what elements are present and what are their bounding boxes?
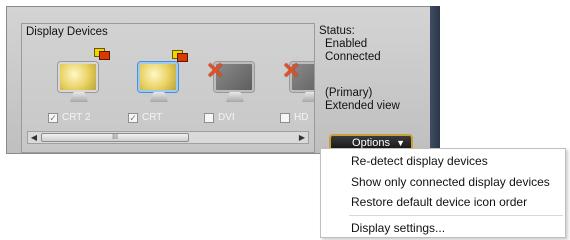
device-checkbox[interactable]: ✓ (48, 112, 58, 123)
device-dvi[interactable]: ✕ DVI (202, 54, 268, 124)
device-label: CRT (142, 112, 163, 123)
scroll-left-icon[interactable]: ◀ (28, 132, 40, 143)
device-checkbox[interactable] (280, 112, 290, 123)
device-label: CRT 2 (62, 112, 91, 123)
status-connected: Connected (325, 51, 381, 63)
menu-item-restore-order[interactable]: Restore default device icon order (351, 195, 527, 209)
disconnected-x-icon: ✕ (206, 58, 225, 83)
menu-item-display-settings[interactable]: Display settings... (351, 221, 445, 235)
scroll-right-icon[interactable]: ▶ (296, 132, 308, 143)
horizontal-scrollbar[interactable]: ◀ III ▶ (27, 131, 309, 144)
monitor-icon (54, 60, 104, 104)
disconnected-x-icon: ✕ (282, 58, 301, 83)
menu-separator (349, 215, 563, 216)
status-heading: Status: (319, 25, 355, 37)
device-hd[interactable]: ✕ HD (278, 54, 314, 124)
status-info: Status: Enabled Connected (319, 25, 381, 64)
mode-info: (Primary) Extended view (325, 87, 400, 113)
device-checkbox[interactable] (204, 112, 214, 123)
device-label: HD (294, 112, 309, 123)
group-title: Display Devices (26, 26, 108, 38)
device-crt[interactable]: ✓ CRT (126, 50, 192, 124)
window-edge (430, 6, 440, 154)
device-checkbox[interactable]: ✓ (128, 112, 138, 123)
device-label: DVI (218, 112, 235, 123)
menu-item-show-connected[interactable]: Show only connected display devices (351, 175, 550, 189)
scroll-thumb[interactable]: III (41, 133, 189, 142)
device-crt2[interactable]: ✓ CRT 2 (46, 48, 112, 124)
multi-display-badge-icon (94, 48, 110, 60)
options-menu: Re-detect display devices Show only conn… (320, 148, 566, 238)
mode-extended: Extended view (325, 100, 400, 112)
status-enabled: Enabled (325, 38, 368, 50)
menu-item-redetect[interactable]: Re-detect display devices (351, 154, 488, 168)
mode-primary: (Primary) (325, 87, 373, 99)
multi-display-badge-icon (172, 50, 188, 62)
display-devices-panel: Display Devices ✓ CRT 2 ✓ CRT ✕ DVI ✕ HD… (6, 6, 432, 154)
monitor-selected-icon (134, 60, 184, 104)
